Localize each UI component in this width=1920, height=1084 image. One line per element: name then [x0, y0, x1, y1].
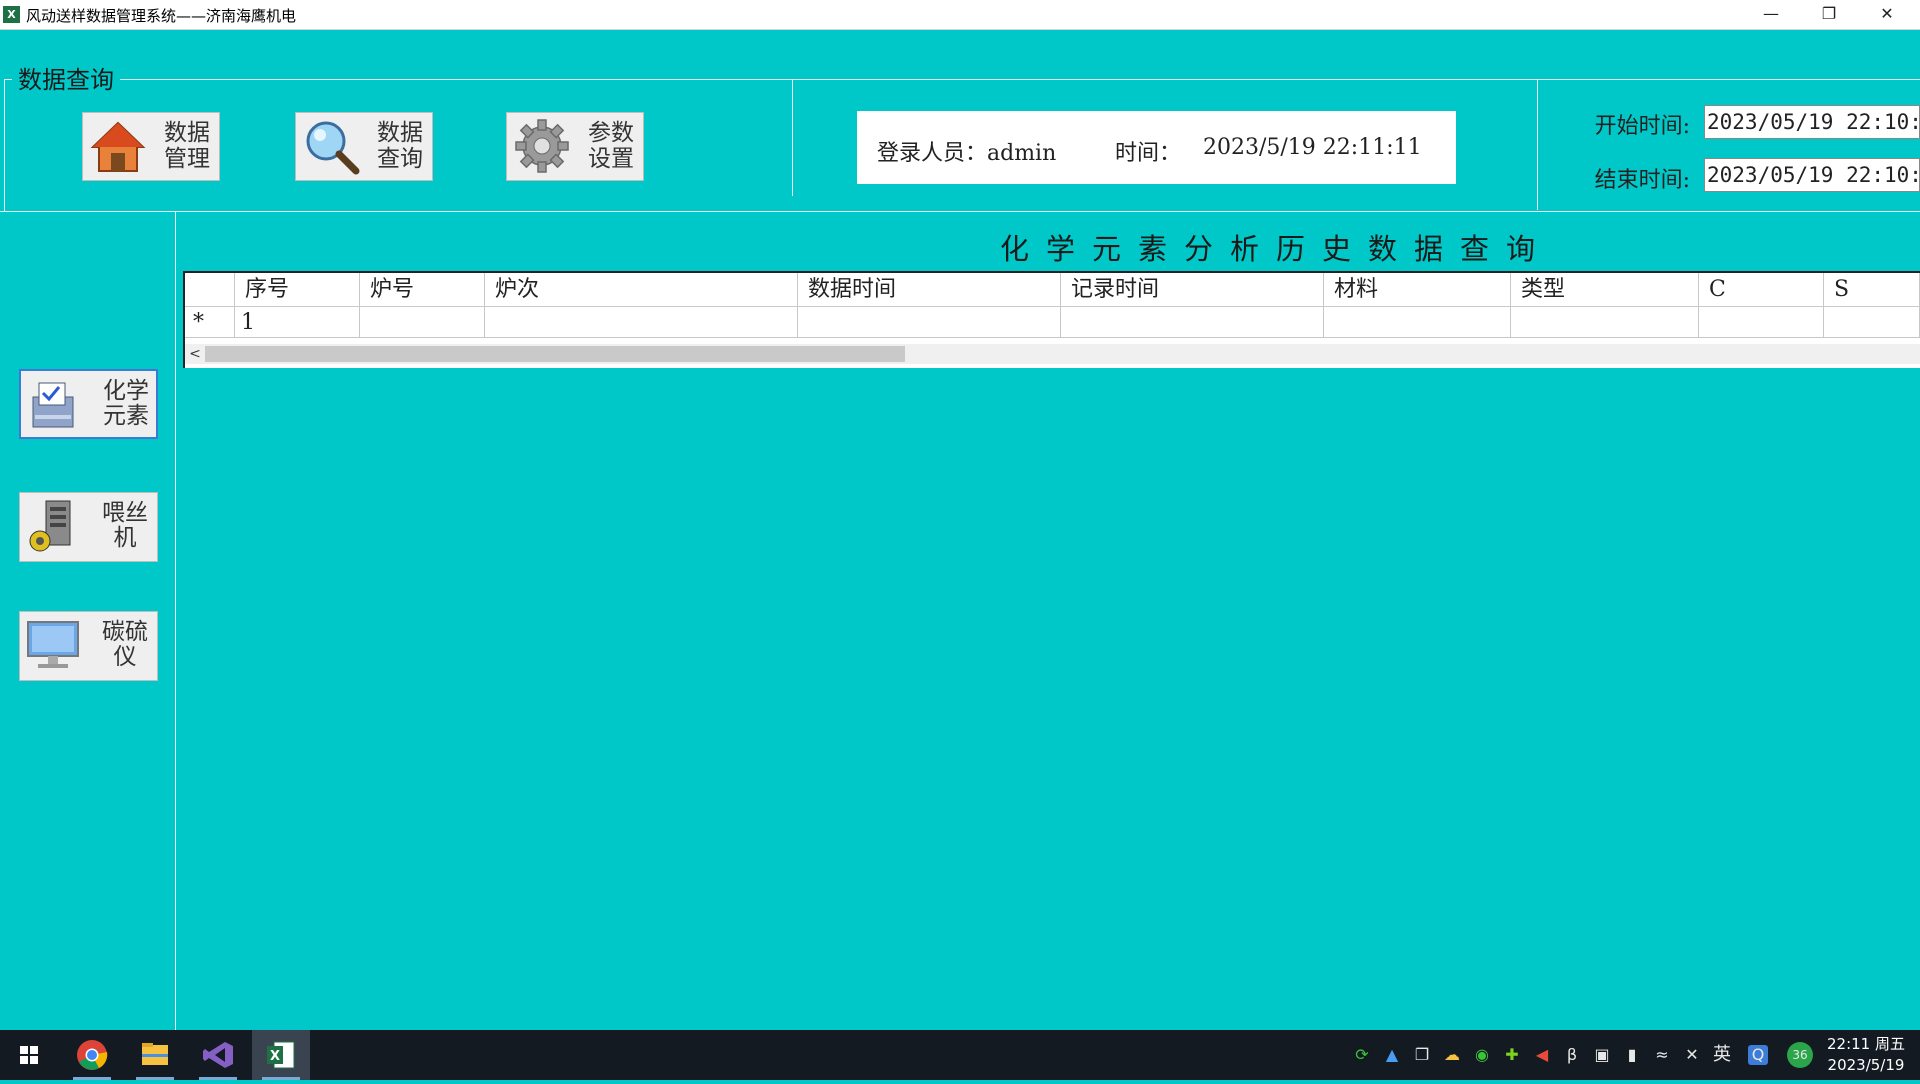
table-cell[interactable]	[1824, 307, 1920, 338]
window-title: 风动送样数据管理系统——济南海鹰机电	[26, 7, 297, 25]
wire-feeder-icon	[29, 500, 71, 552]
chemical-icon	[32, 382, 74, 428]
start-time-input[interactable]: 2023/05/19 22:10:	[1704, 105, 1920, 139]
wire-feeder-label: 喂丝 机	[102, 500, 148, 551]
mute-icon[interactable]: ✕	[1682, 1045, 1702, 1065]
row-marker: *	[185, 307, 235, 338]
table-cell[interactable]	[1324, 307, 1511, 338]
parameter-settings-label: 参数 设置	[588, 120, 634, 172]
divider	[792, 80, 793, 196]
table-cell[interactable]	[1061, 307, 1324, 338]
page-title: 化学元素分析历史数据查询	[1000, 232, 1553, 266]
system-clock[interactable]: 22:11 周五 2023/5/19	[1827, 1034, 1905, 1076]
speaker-red-icon[interactable]: ◀	[1532, 1045, 1552, 1065]
table-cell[interactable]	[485, 307, 798, 338]
column-header[interactable]: 序号	[235, 273, 360, 307]
excel-app-icon: X	[3, 6, 20, 23]
excel-icon: X	[267, 1041, 295, 1069]
taskbar-excel[interactable]: X	[252, 1030, 310, 1080]
column-header[interactable]: 数据时间	[798, 273, 1061, 307]
file-explorer-icon	[142, 1043, 168, 1065]
title-bar: X 风动送样数据管理系统——济南海鹰机电 — ❐ ✕	[0, 0, 1920, 30]
restore-button[interactable]: ❐	[1800, 0, 1858, 29]
visual-studio-icon	[203, 1042, 233, 1068]
windows-icon	[20, 1046, 38, 1064]
battery-icon[interactable]: ▮	[1622, 1045, 1642, 1065]
carbon-sulfur-analyzer-label: 碳硫 仪	[102, 619, 148, 670]
clock-time: 22:11 周五	[1827, 1035, 1905, 1053]
chrome-icon	[77, 1040, 108, 1070]
clock-date: 2023/5/19	[1827, 1056, 1905, 1074]
start-time-label: 开始时间:	[1594, 114, 1690, 139]
time-label: 时间：	[1115, 141, 1182, 166]
left-nav-panel: 化学 元素 喂丝 机 碳硫 仪	[0, 211, 176, 1031]
qq-icon[interactable]: Q	[1748, 1045, 1768, 1065]
taskbar-chrome[interactable]	[63, 1030, 121, 1080]
row-header-corner	[185, 273, 235, 307]
gear-icon	[515, 119, 569, 173]
home-icon	[90, 121, 146, 172]
start-button[interactable]	[0, 1030, 58, 1080]
close-button[interactable]: ✕	[1858, 0, 1916, 29]
end-time-input[interactable]: 2023/05/19 22:10:	[1704, 158, 1920, 192]
scroll-thumb[interactable]	[205, 346, 905, 362]
ime-indicator[interactable]: 英	[1712, 1045, 1732, 1065]
column-header[interactable]: 炉次	[485, 273, 798, 307]
badge-icon[interactable]: 36	[1787, 1042, 1813, 1068]
divider	[1537, 80, 1538, 210]
cloud-icon[interactable]: ☁	[1442, 1045, 1462, 1065]
wifi-icon[interactable]: ≈	[1652, 1045, 1672, 1065]
data-management-label: 数据 管理	[164, 120, 210, 172]
chemical-elements-label: 化学 元素	[103, 378, 149, 429]
copy-icon[interactable]: ❐	[1412, 1045, 1432, 1065]
column-header[interactable]: 炉号	[360, 273, 485, 307]
column-header[interactable]: 记录时间	[1061, 273, 1324, 307]
taskbar: X ⟳ ▲ ❐ ☁ ◉ ✚ ◀ β ▣ ▮ ≈ ✕ 英 Q 36 22:11 周…	[0, 1030, 1920, 1080]
table-cell[interactable]	[360, 307, 485, 338]
data-grid[interactable]: 序号 炉号 炉次 数据时间 记录时间 材料 类型 C S * 1 <	[183, 271, 1920, 368]
tool-icon[interactable]: ▲	[1382, 1045, 1402, 1065]
minimize-button[interactable]: —	[1742, 0, 1800, 29]
login-user: 登录人员：admin	[877, 141, 1057, 166]
table-cell[interactable]	[1699, 307, 1824, 338]
column-header[interactable]: 类型	[1511, 273, 1699, 307]
horizontal-scrollbar[interactable]: <	[185, 344, 1920, 364]
carbon-sulfur-analyzer-button[interactable]: 碳硫 仪	[19, 611, 158, 681]
table-cell[interactable]: 1	[235, 307, 360, 338]
data-management-button[interactable]: 数据 管理	[82, 112, 220, 181]
bluetooth-icon[interactable]: β	[1562, 1045, 1582, 1065]
table-cell[interactable]	[1511, 307, 1699, 338]
column-header[interactable]: C	[1699, 273, 1824, 307]
column-header[interactable]: S	[1824, 273, 1920, 307]
scroll-left-button[interactable]: <	[187, 344, 203, 364]
table-cell[interactable]	[798, 307, 1061, 338]
magnifier-icon	[306, 121, 360, 175]
login-info-panel: 登录人员：admin 时间： 2023/5/19 22:11:11	[857, 111, 1456, 184]
data-query-label: 数据 查询	[377, 120, 423, 172]
taskbar-file-explorer[interactable]	[126, 1030, 184, 1080]
taskbar-visual-studio[interactable]	[189, 1030, 247, 1080]
query-group-label: 数据查询	[12, 60, 120, 95]
wechat-icon[interactable]: ◉	[1472, 1045, 1492, 1065]
wire-feeder-button[interactable]: 喂丝 机	[19, 492, 158, 562]
end-time-label: 结束时间:	[1594, 168, 1690, 193]
screen-icon[interactable]: ▣	[1592, 1045, 1612, 1065]
parameter-settings-button[interactable]: 参数 设置	[506, 112, 644, 181]
plus-icon[interactable]: ✚	[1502, 1045, 1522, 1065]
data-query-button[interactable]: 数据 查询	[295, 112, 433, 181]
monitor-icon	[27, 621, 79, 668]
current-time: 2023/5/19 22:11:11	[1203, 135, 1422, 160]
column-header[interactable]: 材料	[1324, 273, 1511, 307]
sync-icon[interactable]: ⟳	[1352, 1045, 1372, 1065]
svg-text:X: X	[270, 1049, 280, 1064]
chemical-elements-button[interactable]: 化学 元素	[19, 369, 158, 439]
